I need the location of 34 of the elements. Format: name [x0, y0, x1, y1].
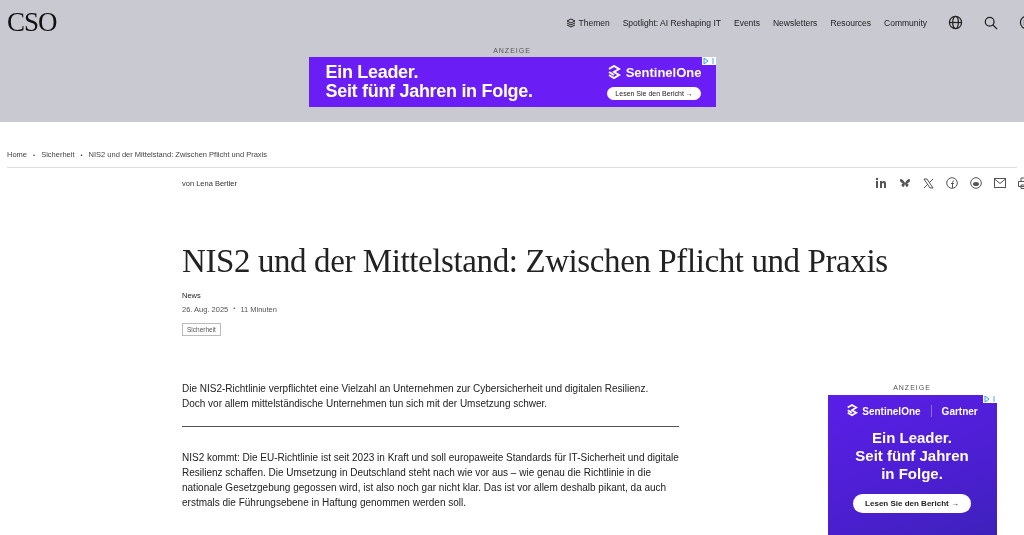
ad-info-icon[interactable] — [701, 57, 716, 65]
ad-info-icon[interactable] — [982, 395, 997, 403]
ad-headline: Ein Leader. — [325, 63, 420, 82]
article-lead: Die NIS2-Richtlinie verpflichtet eine Vielzahl an Unternehmen zur Cybersicherheit und digitalen Resilienz. Doch vor allem mittelständische Unternehmen tun sich mit der Umsetzung schwer. — [182, 382, 650, 411]
brand-name: SentinelOne — [862, 405, 921, 417]
nav-link[interactable]: Spotlight: AI Reshaping IT — [622, 17, 721, 28]
mail-icon[interactable] — [994, 178, 1006, 188]
butterfly-icon[interactable] — [899, 177, 911, 189]
brand-name: SentinelOne — [625, 65, 702, 80]
ad-banner[interactable]: SentinelOne Gartner Ein Leader. Seit fünf Jahren in Folge. Lesen Sie den Bericht → — [827, 395, 997, 535]
ad-headline: Seit fünf Jahren in Folge. — [325, 82, 533, 101]
print-icon[interactable] — [1018, 177, 1024, 189]
ad-headline: in Folge. — [881, 465, 943, 483]
partner-name: Gartner — [941, 405, 978, 417]
nav-link[interactable]: Events — [733, 17, 760, 28]
nav-link[interactable]: Newsletters — [772, 17, 818, 28]
linkedin-icon[interactable] — [875, 177, 887, 189]
nav-link[interactable]: Community — [884, 17, 927, 28]
ad-headline: Ein Leader. — [871, 429, 952, 447]
ad-cta-button[interactable]: Lesen Sie den Bericht → — [853, 494, 971, 513]
nav-link[interactable]: Resources — [830, 17, 871, 28]
article-title: NIS2 und der Mittelstand: Zwischen Pflicht und Praxis — [182, 242, 889, 281]
article-paragraph: NIS2 kommt: Die EU-Richtlinie ist seit 2023 in Kraft und soll europaweite Standards für IT-Sicherheit und digitale Resilienz schaffen. Die Umsetzung in Deutschland steht nach wie vor aus – wie genau die Richtlinie in die nationale Gesetzgebung gegossen wird, ist also noch gar nicht klar. Das ist vor allem deshalb pikant, da auch erstmals die Führungsebene in Haftung genommen werden soll. — [182, 451, 679, 510]
brand-logo-icon — [846, 404, 859, 418]
reddit-icon[interactable] — [970, 177, 982, 189]
ad-headline: Seit fünf Jahren — [855, 447, 969, 465]
x-icon[interactable] — [923, 177, 934, 189]
globe-icon[interactable] — [948, 15, 963, 30]
site-logo[interactable]: CSO — [7, 7, 57, 38]
nav-link[interactable]: Themen — [565, 17, 610, 28]
search-icon[interactable] — [984, 15, 998, 30]
layers-icon — [565, 17, 576, 28]
facebook-icon[interactable] — [946, 177, 958, 189]
brand-logo-icon — [606, 64, 621, 81]
